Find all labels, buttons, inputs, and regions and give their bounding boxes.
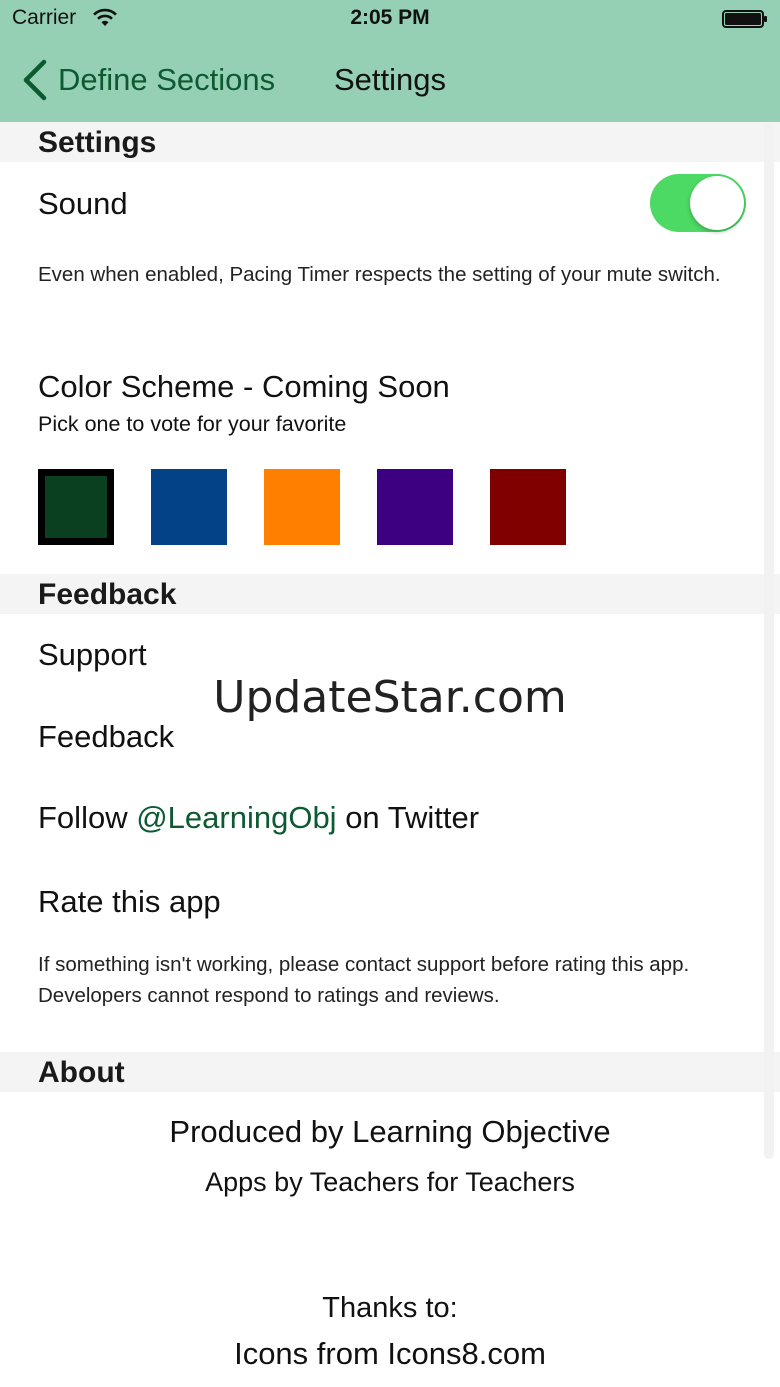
section-header-about: About bbox=[0, 1052, 780, 1092]
color-swatch-5[interactable] bbox=[490, 469, 566, 545]
follow-prefix: Follow bbox=[38, 800, 137, 835]
sound-label: Sound bbox=[38, 186, 128, 221]
follow-twitter-row[interactable]: Follow @LearningObj on Twitter bbox=[38, 800, 479, 836]
back-button-label: Define Sections bbox=[58, 62, 276, 97]
rate-note: If something isn't working, please conta… bbox=[38, 953, 690, 1007]
thanks-text: Thanks to: bbox=[322, 1292, 458, 1324]
support-row[interactable]: Support bbox=[38, 637, 147, 673]
page-title: Settings bbox=[334, 62, 447, 97]
section-header-feedback: Feedback bbox=[0, 574, 780, 614]
toggle-knob bbox=[690, 176, 744, 230]
scrollbar[interactable] bbox=[764, 124, 774, 1159]
color-scheme-title: Color Scheme - Coming Soon bbox=[38, 369, 450, 404]
tagline-text: Apps by Teachers for Teachers bbox=[205, 1167, 575, 1197]
color-swatch-2[interactable] bbox=[151, 469, 227, 545]
follow-suffix: on Twitter bbox=[336, 800, 480, 835]
color-swatch-4[interactable] bbox=[377, 469, 453, 545]
color-scheme-subtitle: Pick one to vote for your favorite bbox=[38, 412, 347, 436]
feedback-row[interactable]: Feedback bbox=[38, 719, 174, 755]
navigation-bar: Carrier 2:05 PM Define Sections Settings bbox=[0, 0, 780, 122]
status-time: 2:05 PM bbox=[350, 6, 430, 29]
section-title: Feedback bbox=[38, 578, 177, 611]
sound-note: Even when enabled, Pacing Timer respects… bbox=[38, 263, 721, 286]
rate-app-row[interactable]: Rate this app bbox=[38, 884, 221, 920]
battery-icon bbox=[722, 10, 767, 28]
color-swatch-3[interactable] bbox=[264, 469, 340, 545]
sound-toggle[interactable] bbox=[650, 174, 746, 232]
section-title: About bbox=[38, 1056, 125, 1089]
section-header-settings: Settings bbox=[0, 122, 780, 162]
color-swatch-1[interactable] bbox=[38, 469, 114, 545]
icons-credit-text: Icons from Icons8.com bbox=[234, 1336, 546, 1371]
produced-by-text: Produced by Learning Objective bbox=[169, 1114, 611, 1149]
watermark: UpdateStar.com bbox=[213, 672, 567, 723]
chevron-left-icon bbox=[23, 59, 47, 101]
section-title: Settings bbox=[38, 126, 157, 159]
back-button[interactable]: Define Sections bbox=[20, 56, 275, 104]
twitter-handle-link[interactable]: @LearningObj bbox=[136, 800, 336, 835]
